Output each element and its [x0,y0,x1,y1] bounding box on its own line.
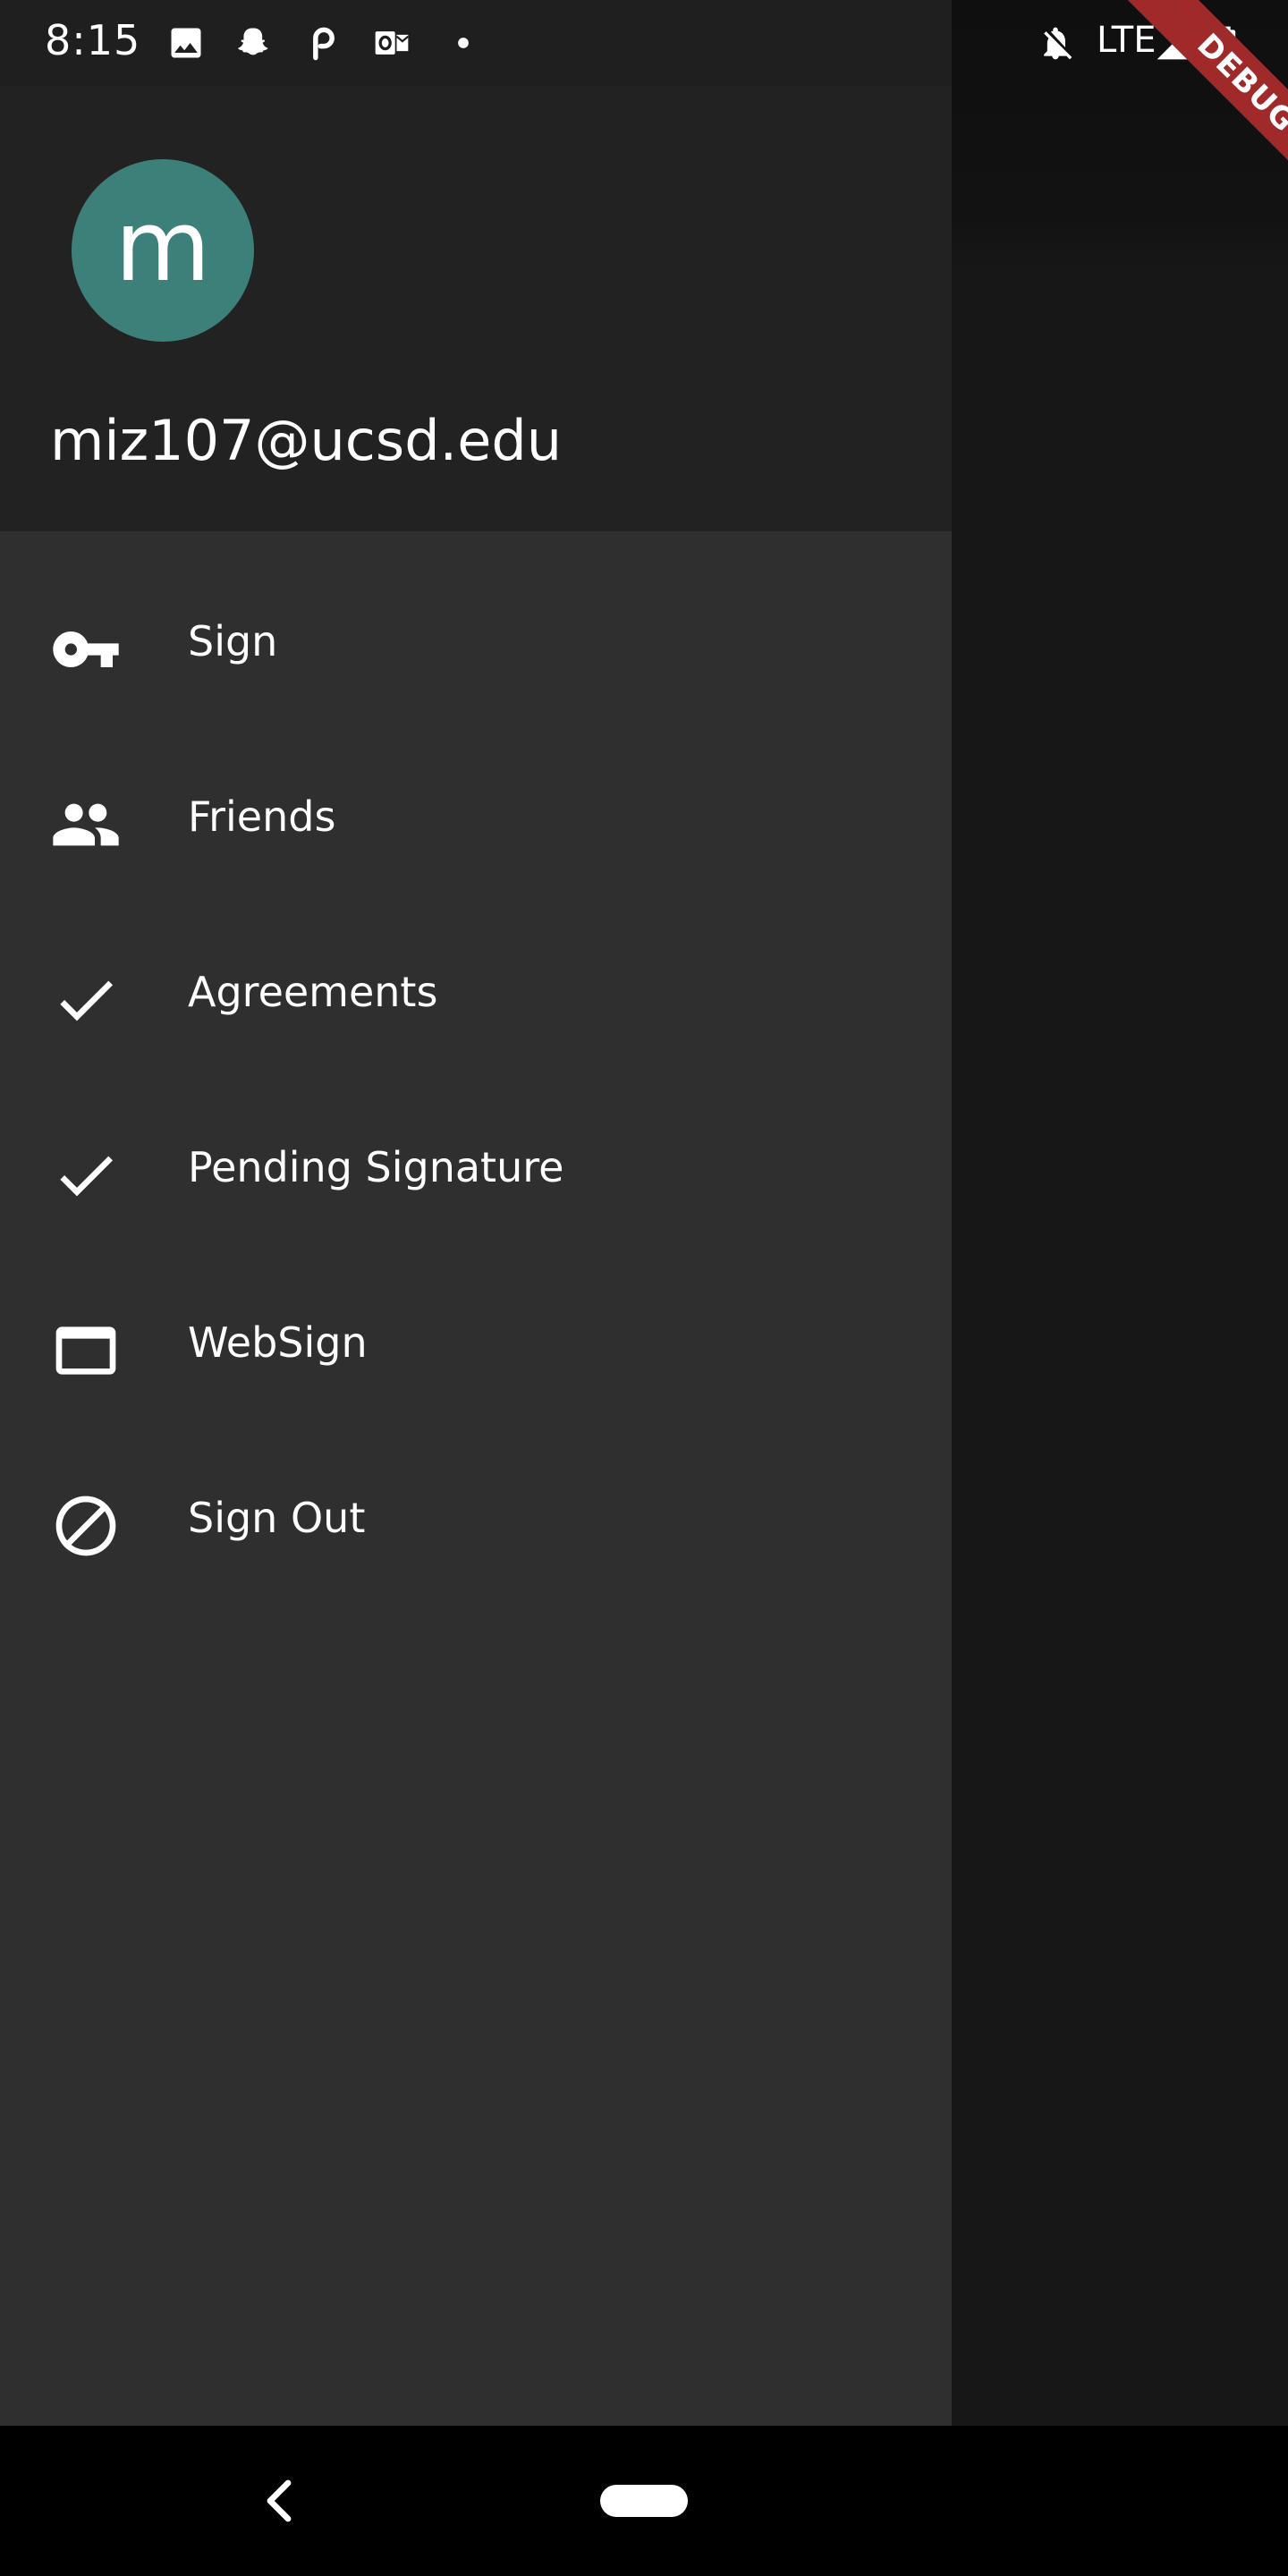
menu-item-label: Sign Out [188,1494,366,1542]
drawer-header: m miz107@ucsd.edu [0,86,952,531]
image-icon [171,28,201,58]
block-icon [55,1496,116,1556]
menu-item-label: Friends [188,792,336,841]
status-bar: 8:15 [0,0,952,86]
check-icon [60,980,113,1021]
menu-item-friends[interactable]: Friends [0,732,952,907]
menu-item-label: Agreements [188,968,438,1016]
navigation-bar [0,2426,1288,2576]
back-icon[interactable] [259,2476,299,2526]
screen: 8:15 LTE m miz107@ucsd.edu Sign Friends … [0,0,1288,2576]
menu-item-label: Sign [188,617,278,665]
menu-item-label: WebSign [188,1318,368,1367]
menu-item-sign-out[interactable]: Sign Out [0,1433,952,1608]
check-icon [60,1156,113,1197]
account-email: miz107@ucsd.edu [50,408,563,473]
web-window-icon [55,1326,116,1375]
people-icon [53,803,119,846]
avatar[interactable]: m [72,159,254,342]
menu-item-label: Pending Signature [188,1143,564,1191]
dot-icon [458,38,469,48]
p-app-icon [313,27,335,61]
menu-item-sign[interactable]: Sign [0,556,952,732]
avatar-letter: m [114,189,211,303]
menu-item-websign[interactable]: WebSign [0,1258,952,1433]
notifications-off-icon [1044,27,1072,60]
menu-item-pending-signature[interactable]: Pending Signature [0,1082,952,1258]
navigation-drawer: m miz107@ucsd.edu Sign Friends Agreement… [0,86,952,2426]
network-type: LTE [1097,20,1157,61]
snapchat-icon [238,28,268,55]
outlook-icon [375,31,410,55]
menu-item-agreements[interactable]: Agreements [0,907,952,1082]
status-time: 8:15 [45,16,141,64]
key-icon [53,631,119,667]
home-pill-icon[interactable] [600,2485,688,2517]
